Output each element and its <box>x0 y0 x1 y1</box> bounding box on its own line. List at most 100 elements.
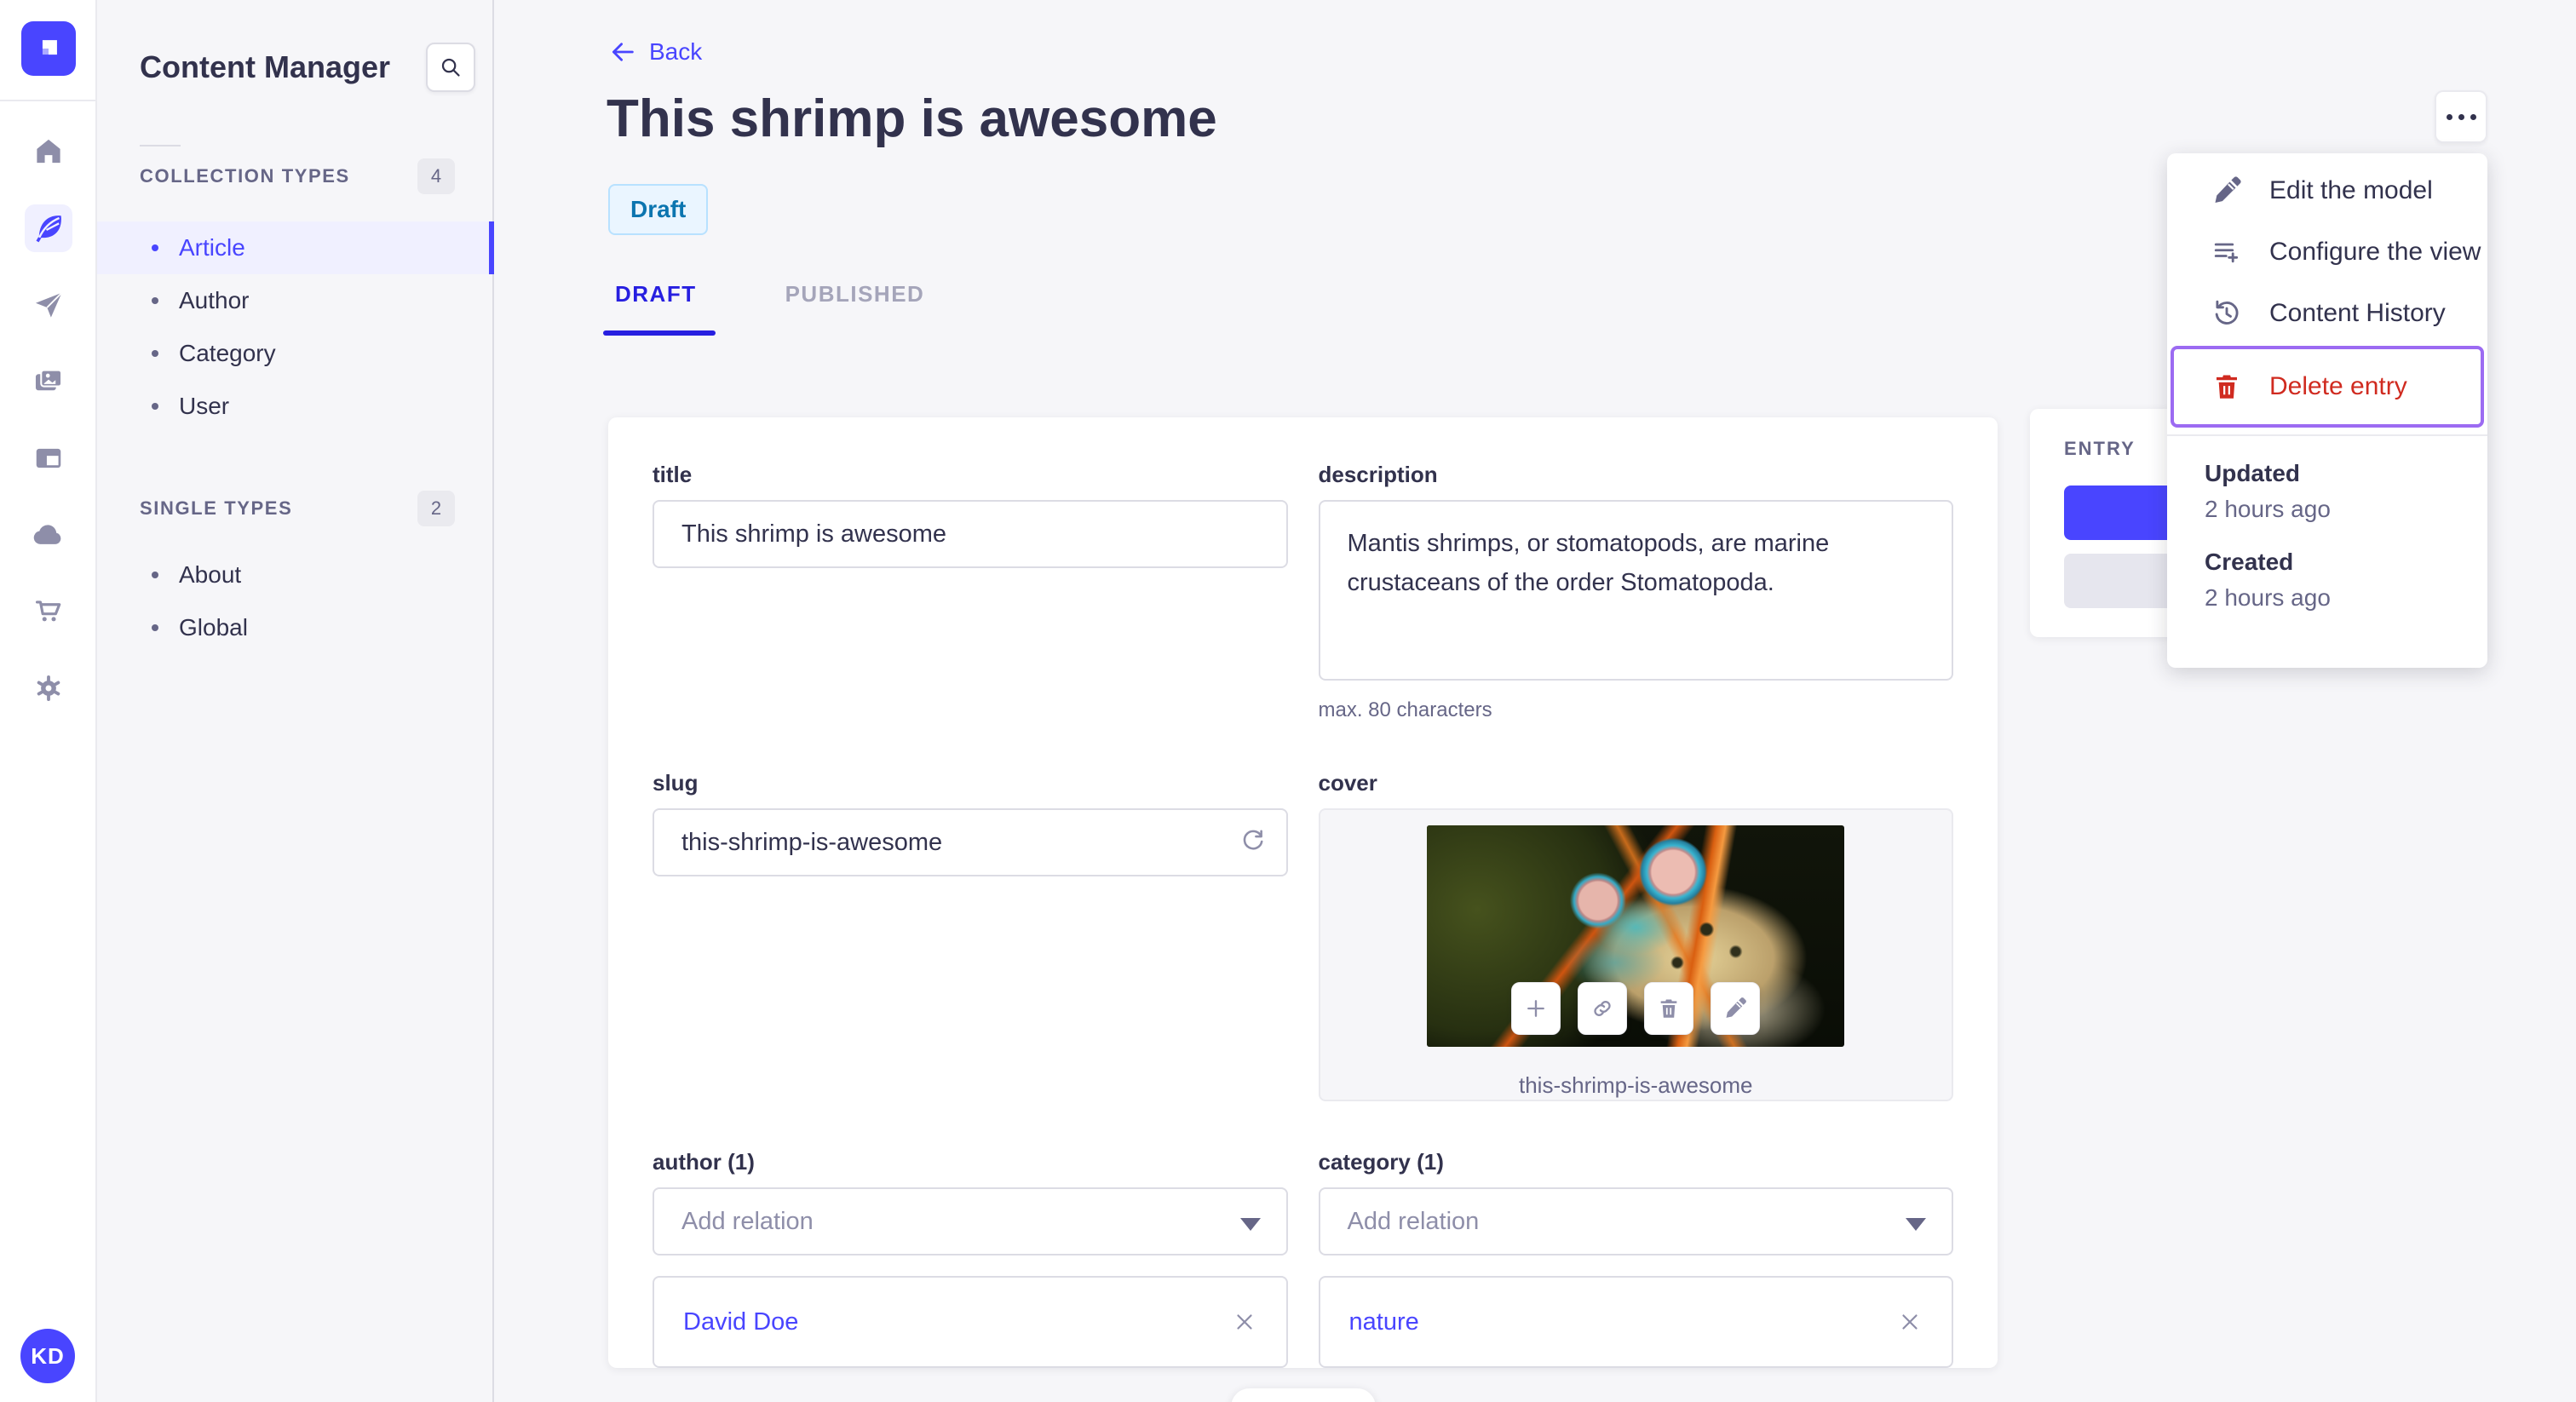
category-relation-item: nature <box>1318 1276 1953 1368</box>
tab-draft[interactable]: DRAFT <box>615 281 697 307</box>
back-link[interactable]: Back <box>608 37 702 66</box>
sidebar-item-category[interactable]: Category <box>97 327 494 380</box>
sidebar-item-content-manager[interactable] <box>25 204 72 252</box>
pencil-icon <box>1726 997 1747 1018</box>
sidebar-item-cloud[interactable] <box>25 511 72 559</box>
content-manager-feather-icon <box>36 215 61 243</box>
history-clock-icon <box>2215 300 2239 325</box>
collection-types-count-badge: 4 <box>417 158 455 194</box>
title-label: title <box>653 462 693 487</box>
sidebar-item-article[interactable]: Article <box>97 221 494 274</box>
field-author: author (1) Add relation David Doe <box>653 1149 1288 1368</box>
copy-link-button[interactable] <box>1578 982 1628 1035</box>
field-description: description Mantis shrimps, or stomatopo… <box>1318 462 1953 722</box>
single-types-count-badge: 2 <box>417 491 455 526</box>
menu-item-content-history[interactable]: Content History <box>2167 283 2487 344</box>
sidebar-item-global[interactable]: Global <box>97 601 494 654</box>
settings-gear-icon <box>37 675 60 702</box>
sidebar-item-settings[interactable] <box>25 664 72 712</box>
cover-label: cover <box>1318 770 1377 796</box>
more-actions-dropdown: Edit the model Configure the view Conten… <box>2167 153 2487 668</box>
title-input[interactable] <box>653 500 1288 568</box>
created-label: Created <box>2205 549 2294 575</box>
main-content: Back This shrimp is awesome Draft DRAFT … <box>494 0 2576 1402</box>
strapi-logo-glyph <box>42 40 57 55</box>
sidebar-item-media-library[interactable] <box>25 358 72 405</box>
menu-item-delete-entry[interactable]: Delete entry <box>2174 349 2481 424</box>
sidebar-item-releases[interactable] <box>25 281 72 329</box>
entry-form-card: title description Mantis shrimps, or sto… <box>608 417 1998 1368</box>
entry-meta: Updated 2 hours ago Created 2 hours ago <box>2167 436 2487 612</box>
bullet-icon <box>152 403 158 410</box>
releases-paper-plane-icon <box>35 292 63 318</box>
chevron-down-icon <box>1906 1218 1926 1231</box>
description-hint: max. 80 characters <box>1318 698 1492 721</box>
trash-icon <box>1660 999 1677 1018</box>
active-tab-indicator <box>603 330 716 336</box>
subnav-title: Content Manager <box>140 49 391 84</box>
category-relation-combobox[interactable]: Add relation <box>1318 1187 1953 1255</box>
search-button[interactable] <box>426 43 475 92</box>
description-label: description <box>1318 462 1438 487</box>
media-library-icon <box>35 369 63 391</box>
close-icon <box>1902 1314 1918 1330</box>
author-relation-combobox[interactable]: Add relation <box>653 1187 1288 1255</box>
sidebar-item-user[interactable]: User <box>97 380 494 433</box>
chevron-down-icon <box>1239 1218 1261 1231</box>
field-title: title <box>653 462 1288 722</box>
add-asset-button[interactable] <box>1511 982 1561 1035</box>
close-icon <box>1236 1314 1252 1330</box>
remove-category-relation-button[interactable] <box>1897 1309 1923 1335</box>
back-arrow-icon <box>612 43 634 61</box>
sidebar-item-marketplace[interactable] <box>25 588 72 635</box>
more-actions-button[interactable] <box>2435 90 2487 143</box>
ellipsis-icon <box>2446 113 2452 120</box>
field-category: category (1) Add relation nature <box>1318 1149 1953 1368</box>
main-nav-rail: KD <box>0 0 97 1402</box>
remove-author-relation-button[interactable] <box>1232 1309 1257 1335</box>
delete-asset-button[interactable] <box>1644 982 1694 1035</box>
menu-item-configure-the-view[interactable]: Configure the view <box>2167 221 2487 283</box>
field-cover: cover this-shrimp-is-awesome <box>1318 770 1953 1101</box>
subnav-divider <box>140 145 181 147</box>
link-icon <box>1594 1001 1611 1016</box>
category-label: category (1) <box>1318 1149 1444 1175</box>
regenerate-slug-button[interactable] <box>1239 827 1268 856</box>
sidebar-item-about[interactable]: About <box>97 549 494 601</box>
status-badge: Draft <box>608 184 709 235</box>
bullet-icon <box>152 572 158 578</box>
cover-asset-box: this-shrimp-is-awesome <box>1318 808 1953 1101</box>
bullet-icon <box>152 350 158 357</box>
author-relation-item: David Doe <box>653 1276 1288 1368</box>
bullet-icon <box>152 244 158 251</box>
cover-actions <box>1511 982 1761 1035</box>
bottom-partial-card <box>1231 1388 1376 1402</box>
edit-asset-button[interactable] <box>1711 982 1761 1035</box>
list-plus-icon <box>2214 243 2239 263</box>
slug-input[interactable] <box>653 808 1288 876</box>
trash-icon <box>2217 375 2237 399</box>
strapi-logo[interactable] <box>21 21 76 76</box>
avatar[interactable]: KD <box>20 1329 75 1383</box>
content-manager-subnav: Content Manager COLLECTION TYPES 4 Artic… <box>97 0 494 1402</box>
author-label: author (1) <box>653 1149 755 1175</box>
updated-value: 2 hours ago <box>2205 496 2331 522</box>
search-icon <box>441 58 460 77</box>
cover-caption: this-shrimp-is-awesome <box>1519 1072 1753 1098</box>
tab-published[interactable]: PUBLISHED <box>785 281 925 307</box>
created-value: 2 hours ago <box>2205 584 2331 611</box>
content-type-builder-layout-icon <box>36 448 61 468</box>
description-input[interactable]: Mantis shrimps, or stomatopods, are mari… <box>1318 500 1953 681</box>
rail-divider <box>0 100 95 101</box>
cloud-icon <box>33 525 61 544</box>
relation-link-nature[interactable]: nature <box>1349 1308 1419 1336</box>
sidebar-item-content-type-builder[interactable] <box>25 434 72 482</box>
sidebar-item-author[interactable]: Author <box>97 274 494 327</box>
pencil-icon <box>2215 176 2241 203</box>
marketplace-cart-icon <box>35 600 61 622</box>
relation-link-david-doe[interactable]: David Doe <box>683 1308 798 1336</box>
page-title: This shrimp is awesome <box>607 89 1217 148</box>
menu-item-edit-the-model[interactable]: Edit the model <box>2167 160 2487 221</box>
sidebar-item-home[interactable] <box>25 128 72 175</box>
delete-entry-focus-ring: Delete entry <box>2171 346 2484 428</box>
